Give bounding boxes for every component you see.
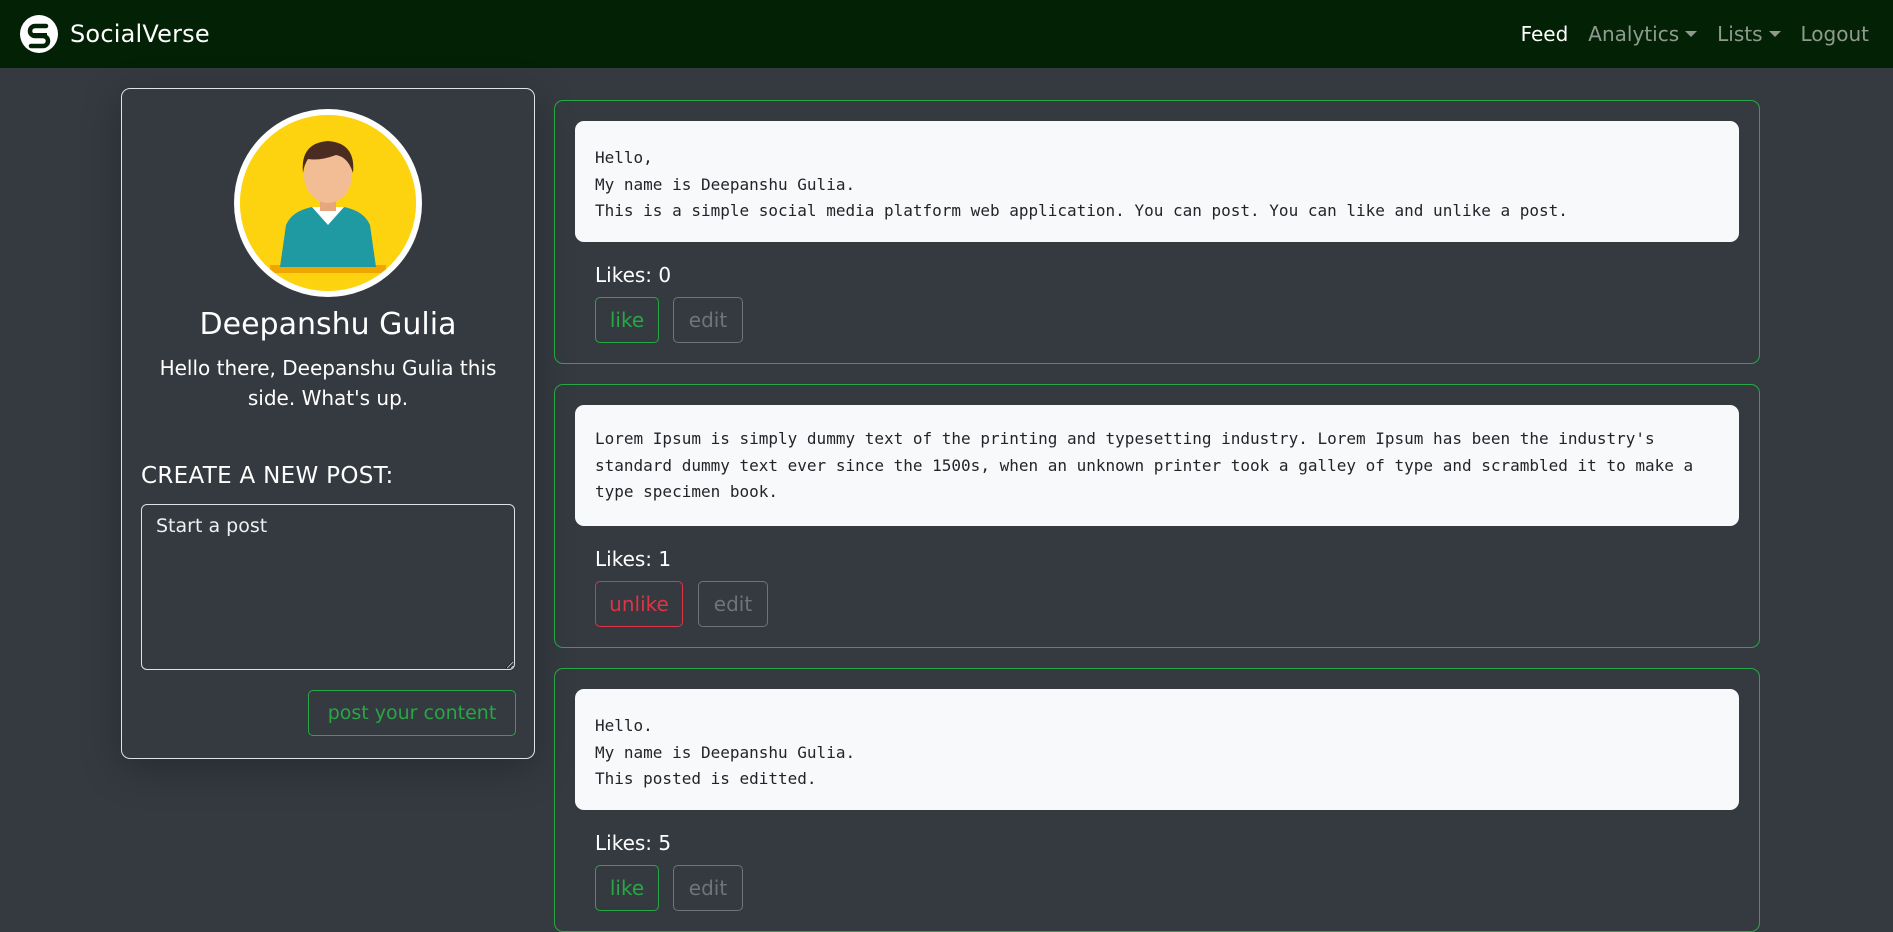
nav-logout[interactable]: Logout xyxy=(1801,22,1869,46)
edit-button[interactable]: edit xyxy=(673,865,743,911)
brand-name: SocialVerse xyxy=(70,20,210,48)
caret-down-icon xyxy=(1685,31,1698,37)
edit-button[interactable]: edit xyxy=(673,297,743,343)
nav-links: Feed Analytics Lists Logout xyxy=(1501,0,1869,68)
profile-card: Deepanshu Gulia Hello there, Deepanshu G… xyxy=(121,88,535,759)
post-card: Lorem Ipsum is simply dummy text of the … xyxy=(554,384,1760,648)
post-content-button[interactable]: post your content xyxy=(308,690,516,736)
socialverse-logo-icon xyxy=(20,15,58,53)
unlike-button[interactable]: unlike xyxy=(595,581,683,627)
post-content: Lorem Ipsum is simply dummy text of the … xyxy=(575,405,1739,526)
profile-bio: Hello there, Deepanshu Gulia this side. … xyxy=(159,356,497,410)
nav-lists-label: Lists xyxy=(1717,22,1763,46)
post-content: Hello. My name is Deepanshu Gulia. This … xyxy=(575,689,1739,810)
post-card: Hello, My name is Deepanshu Gulia. This … xyxy=(554,100,1760,364)
brand[interactable]: SocialVerse xyxy=(19,14,210,54)
post-card: Hello. My name is Deepanshu Gulia. This … xyxy=(554,668,1760,932)
post-content: Hello, My name is Deepanshu Gulia. This … xyxy=(575,121,1739,242)
nav-analytics-dropdown[interactable]: Analytics xyxy=(1588,22,1698,46)
likes-count: Likes: 1 xyxy=(595,547,672,571)
user-avatar-icon xyxy=(240,115,416,291)
edit-button[interactable]: edit xyxy=(698,581,768,627)
post-textarea[interactable] xyxy=(141,504,515,670)
likes-count: Likes: 5 xyxy=(595,831,672,855)
nav-analytics-label: Analytics xyxy=(1588,22,1680,46)
navbar: SocialVerse Feed Analytics Lists Logout xyxy=(0,0,1893,68)
avatar xyxy=(234,109,422,297)
nav-lists-dropdown[interactable]: Lists xyxy=(1717,22,1781,46)
create-post-heading: CREATE A NEW POST: xyxy=(141,463,394,489)
profile-name: Deepanshu Gulia xyxy=(199,307,457,342)
like-button[interactable]: like xyxy=(595,865,659,911)
likes-count: Likes: 0 xyxy=(595,263,672,287)
caret-down-icon xyxy=(1768,31,1781,37)
nav-feed[interactable]: Feed xyxy=(1521,22,1569,46)
like-button[interactable]: like xyxy=(595,297,659,343)
